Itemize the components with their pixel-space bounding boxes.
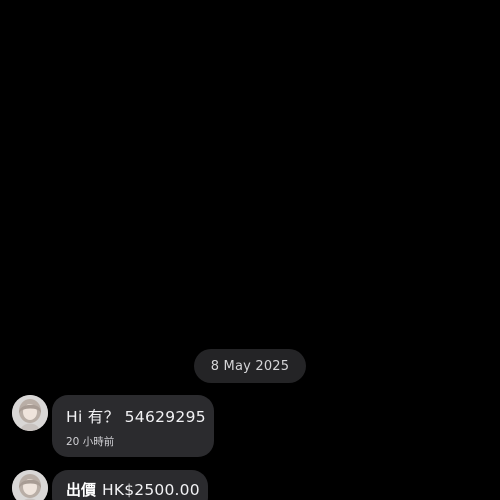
- offer-price: HK$2500.00: [102, 481, 200, 499]
- date-separator-label: 8 May 2025: [210, 358, 290, 374]
- user-avatar-icon: [12, 470, 48, 500]
- message-bubble[interactable]: Hi 有？ 54629295 20 小時前: [52, 395, 214, 457]
- sender-avatar[interactable]: [12, 395, 48, 431]
- chat-screen: 8 May 2025 Hi 有？ 54629295 20 小時前 出價 HK$2…: [0, 0, 500, 500]
- offer-bubble[interactable]: 出價 HK$2500.00: [52, 470, 208, 500]
- offer-row: 出價 HK$2500.00: [66, 479, 200, 500]
- message-text: Hi 有？ 54629295: [66, 408, 206, 426]
- sender-avatar[interactable]: [12, 470, 48, 500]
- user-avatar-icon: [12, 395, 48, 431]
- message-timestamp: 20 小時前: [66, 436, 115, 448]
- date-separator: 8 May 2025: [194, 349, 306, 383]
- offer-label: 出價: [66, 481, 97, 499]
